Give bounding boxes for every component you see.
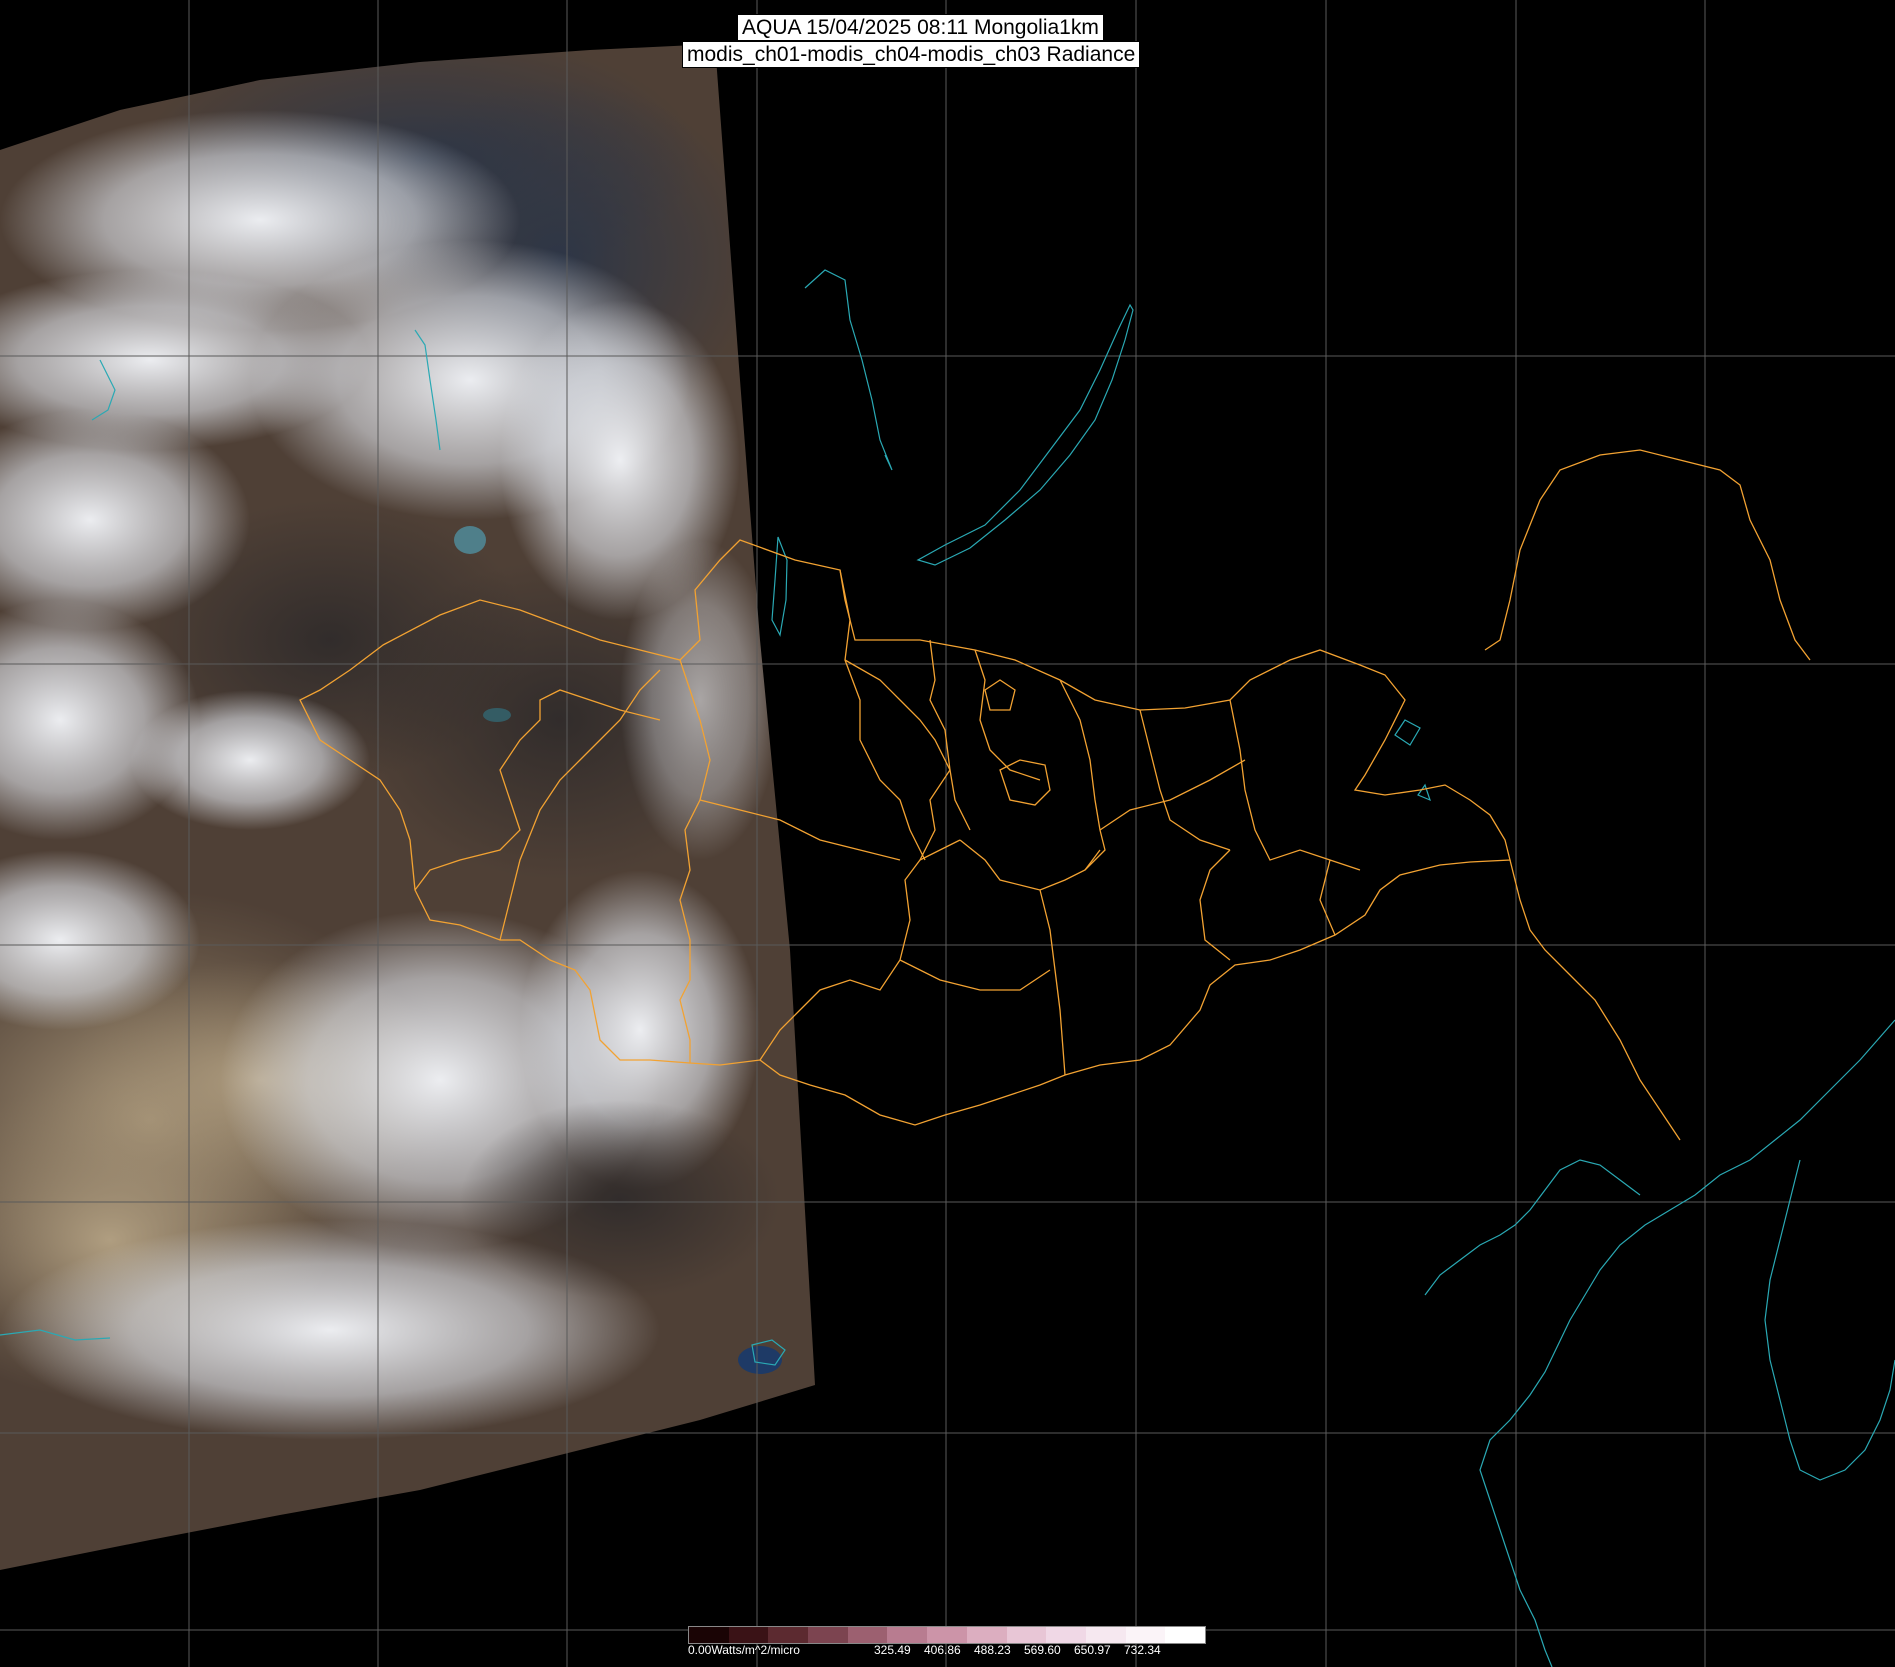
darkhan-boundary: [984, 679, 1016, 711]
colorbar-segment: [1085, 1627, 1126, 1643]
aimag-boundary-4: [839, 569, 926, 861]
ulaanbaatar-boundary: [999, 759, 1051, 806]
colorbar-segment: [1046, 1627, 1086, 1643]
colorbar-unit-label: 0.00Watts/m^2/micro: [688, 1643, 800, 1657]
east-asia-coast: [1479, 1019, 1895, 1667]
buir-lake: [1417, 783, 1431, 802]
colorbar-tick: 569.60: [1024, 1643, 1061, 1657]
aimag-boundary-17: [899, 959, 1051, 991]
lake-baikal: [916, 303, 1134, 566]
colorbar-legend: [688, 1626, 1206, 1644]
colorbar-segment: [1006, 1627, 1047, 1643]
image-title-line-1: AQUA 15/04/2025 08:11 Mongolia1km: [737, 14, 1104, 41]
colorbar-segment: [1165, 1627, 1205, 1643]
colorbar-segment: [768, 1627, 809, 1643]
colorbar-tick: 325.49: [874, 1643, 911, 1657]
colorbar-segment: [847, 1627, 888, 1643]
aimag-boundary-14: [1229, 699, 1361, 871]
colorbar-labels: 0.00Watts/m^2/micro 325.49 406.86 488.23…: [688, 1643, 1208, 1661]
aimag-boundary-13: [1099, 759, 1246, 831]
colorbar-segment: [1125, 1627, 1166, 1643]
bohai-coast: [1424, 1159, 1641, 1296]
colorbar-segment: [887, 1627, 928, 1643]
hulun-lake: [1394, 719, 1421, 746]
colorbar-tick: 732.34: [1124, 1643, 1161, 1657]
aimag-boundary-18: [1319, 859, 1336, 936]
image-title-line-2: modis_ch01-modis_ch04-modis_ch03 Radianc…: [682, 41, 1141, 68]
colorbar-segment: [808, 1627, 848, 1643]
lake-khovsgol: [771, 536, 788, 637]
aimag-boundary-9: [974, 649, 1041, 781]
china-border-east: [1509, 859, 1681, 1141]
korea-coast: [1764, 1159, 1895, 1481]
aimag-boundary-16: [1039, 889, 1066, 1076]
colorbar-segment: [728, 1627, 769, 1643]
satellite-swath: [0, 44, 815, 1570]
colorbar-segment: [927, 1627, 967, 1643]
aimag-boundary-12: [959, 839, 1101, 891]
colorbar-tick: 488.23: [974, 1643, 1011, 1657]
aimag-boundary-15: [1199, 849, 1231, 961]
colorbar-segment: [689, 1627, 729, 1643]
aimag-boundary-10: [1059, 679, 1106, 871]
colorbar-segment: [966, 1627, 1007, 1643]
yenisei-river: [804, 269, 893, 471]
aimag-boundary-11: [1139, 709, 1231, 851]
colorbar-tick: 650.97: [1074, 1643, 1111, 1657]
aimag-boundary-7: [844, 659, 971, 831]
satellite-map: [0, 0, 1895, 1667]
russia-china-border: [1484, 449, 1811, 661]
colorbar-tick: 406.86: [924, 1643, 961, 1657]
